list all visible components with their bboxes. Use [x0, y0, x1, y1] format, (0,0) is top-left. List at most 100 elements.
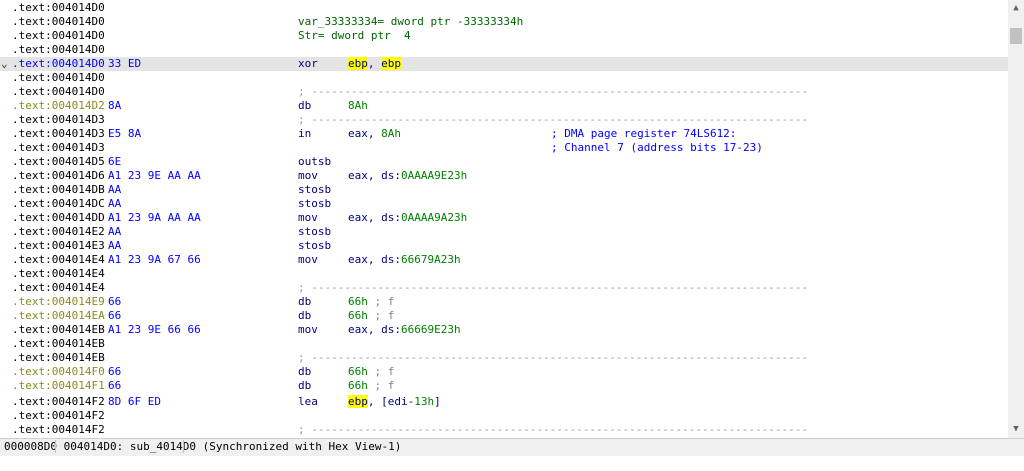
operands[interactable]: 66h ; f — [348, 309, 394, 323]
mnemonic[interactable]: stosb — [298, 225, 331, 239]
mnemonic[interactable]: outsb — [298, 155, 331, 169]
mnemonic[interactable]: xor — [298, 57, 318, 71]
mnemonic[interactable]: stosb — [298, 183, 331, 197]
listing-line[interactable]: .text:004014D3 ; Channel 7 (address bits… — [0, 141, 1008, 155]
operands[interactable]: 66h ; f — [348, 295, 394, 309]
line-address: .text:004014F2 — [12, 409, 105, 422]
listing-line[interactable]: .text:004014D0 var_33333334= dword ptr -… — [0, 15, 1008, 29]
listing-line[interactable]: .text:004014F2 — [0, 409, 1008, 423]
var-value: -33333334h — [456, 15, 524, 28]
listing-line[interactable]: .text:004014F0 66 db 66h ; f — [0, 365, 1008, 379]
listing-line[interactable]: .text:004014EB — [0, 337, 1008, 351]
vertical-scrollbar[interactable]: ▲ ▼ — [1008, 0, 1024, 438]
mnemonic[interactable]: db — [298, 379, 311, 393]
operands[interactable]: 66h ; f — [348, 379, 394, 393]
operands[interactable]: ebp, ebp — [348, 57, 401, 71]
listing-line[interactable]: .text:004014F2 ; -----------------------… — [0, 423, 1008, 437]
scroll-up-arrow-icon[interactable]: ▲ — [1008, 0, 1024, 17]
listing-line[interactable]: .text:004014EB A1 23 9E 66 66 mov eax, d… — [0, 323, 1008, 337]
line-address: .text:004014E3 — [12, 239, 105, 252]
opcode-bytes: 66 — [108, 295, 122, 308]
line-address: .text:004014EB — [12, 351, 105, 364]
register-highlight[interactable]: ebp — [348, 57, 368, 70]
arg-definition[interactable]: Str= dword ptr 4 — [298, 29, 411, 43]
operands[interactable]: 8Ah — [348, 99, 368, 113]
comment: ; Channel 7 (address bits 17-23) — [551, 141, 763, 154]
separator-line: ; --------------------------------------… — [298, 281, 808, 294]
register-highlight[interactable]: ebp — [348, 395, 368, 408]
line-address: .text:004014D0 — [12, 57, 105, 70]
opcode-bytes: AA — [108, 239, 122, 252]
listing-line[interactable]: .text:004014E4 — [0, 267, 1008, 281]
listing-line[interactable]: .text:004014D0 — [0, 43, 1008, 57]
listing-line[interactable]: .text:004014EA 66 db 66h ; f — [0, 309, 1008, 323]
operands[interactable]: eax, ds:66679A23h — [348, 253, 461, 267]
line-address: .text:004014F2 — [12, 395, 105, 408]
opcode-bytes: 8D 6F ED — [108, 395, 161, 408]
listing-line[interactable]: .text:004014F1 66 db 66h ; f — [0, 379, 1008, 393]
mnemonic[interactable]: db — [298, 309, 311, 323]
line-address: .text:004014D3 — [12, 127, 105, 140]
listing-line[interactable]: .text:004014D0 Str= dword ptr 4 — [0, 29, 1008, 43]
listing-line[interactable]: .text:004014D5 6E outsb — [0, 155, 1008, 169]
operands[interactable]: ebp, [edi-13h] — [348, 395, 441, 409]
line-address: .text:004014F0 — [12, 365, 105, 378]
scroll-down-arrow-icon[interactable]: ▼ — [1008, 421, 1024, 438]
listing-line[interactable]: .text:004014D3 ; -----------------------… — [0, 113, 1008, 127]
listing-line[interactable]: .text:004014DC AA stosb — [0, 197, 1008, 211]
stack-var-definition[interactable]: var_33333334= dword ptr -33333334h — [298, 15, 523, 29]
listing-line[interactable]: .text:004014EB ; -----------------------… — [0, 351, 1008, 365]
listing-line[interactable]: .text:004014D2 8A db 8Ah — [0, 99, 1008, 113]
mnemonic[interactable]: stosb — [298, 197, 331, 211]
line-address: .text:004014E4 — [12, 253, 105, 266]
listing-line[interactable]: .text:004014E3 AA stosb — [0, 239, 1008, 253]
listing-line[interactable]: .text:004014DB AA stosb — [0, 183, 1008, 197]
listing-line[interactable]: .text:004014D0 — [0, 1, 1008, 15]
mnemonic[interactable]: db — [298, 295, 311, 309]
mnemonic[interactable]: mov — [298, 169, 318, 183]
separator-line: ; --------------------------------------… — [298, 85, 808, 98]
listing-line[interactable]: .text:004014E4 A1 23 9A 67 66 mov eax, d… — [0, 253, 1008, 267]
line-address: .text:004014D0 — [12, 43, 105, 56]
comment: ; DMA page register 74LS612: — [551, 127, 737, 140]
operands[interactable]: eax, ds:0AAAA9E23h — [348, 169, 467, 183]
register-highlight[interactable]: ebp — [381, 57, 401, 70]
mnemonic[interactable]: db — [298, 365, 311, 379]
mnemonic[interactable]: mov — [298, 211, 318, 225]
line-address: .text:004014E2 — [12, 225, 105, 238]
opcode-bytes: A1 23 9A AA AA — [108, 211, 201, 224]
listing-line[interactable]: .text:004014D0 ; -----------------------… — [0, 85, 1008, 99]
chevron-down-icon[interactable]: ⌄ — [1, 57, 8, 71]
status-divider — [183, 440, 184, 453]
mnemonic[interactable]: lea — [298, 395, 318, 409]
line-address: .text:004014EB — [12, 323, 105, 336]
arg-name[interactable]: Str — [298, 29, 318, 42]
mnemonic[interactable]: mov — [298, 323, 318, 337]
listing-line[interactable]: .text:004014E2 AA stosb — [0, 225, 1008, 239]
operands[interactable]: 66h ; f — [348, 365, 394, 379]
listing-line[interactable]: .text:004014F2 8D 6F ED lea ebp, [edi-13… — [0, 395, 1008, 409]
var-name[interactable]: var_33333334 — [298, 15, 377, 28]
mnemonic[interactable]: db — [298, 99, 311, 113]
listing-line[interactable]: .text:004014D6 A1 23 9E AA AA mov eax, d… — [0, 169, 1008, 183]
operands[interactable]: eax, ds:0AAAA9A23h — [348, 211, 467, 225]
line-address: .text:004014DB — [12, 183, 105, 196]
listing-line[interactable]: .text:004014DD A1 23 9A AA AA mov eax, d… — [0, 211, 1008, 225]
line-address: .text:004014EB — [12, 337, 105, 350]
listing-line[interactable]: .text:004014D3 E5 8A in eax, 8Ah ; DMA p… — [0, 127, 1008, 141]
listing-line[interactable]: .text:004014D0 — [0, 71, 1008, 85]
opcode-bytes: A1 23 9E 66 66 — [108, 323, 201, 336]
listing-line[interactable]: .text:004014E4 ; -----------------------… — [0, 281, 1008, 295]
listing-line[interactable]: .text:004014E9 66 db 66h ; f — [0, 295, 1008, 309]
listing-line-selected[interactable]: ⌄ .text:004014D0 33 ED xor ebp, ebp — [0, 57, 1008, 71]
status-divider — [55, 440, 56, 453]
mnemonic[interactable]: in — [298, 127, 311, 141]
operands[interactable]: eax, 8Ah — [348, 127, 401, 141]
operands[interactable]: eax, ds:66669E23h — [348, 323, 461, 337]
mnemonic[interactable]: mov — [298, 253, 318, 267]
disassembly-view[interactable]: .text:004014D0 .text:004014D0 var_333333… — [0, 0, 1008, 438]
line-address: .text:004014F1 — [12, 379, 105, 392]
mnemonic[interactable]: stosb — [298, 239, 331, 253]
arg-value: 4 — [403, 29, 411, 42]
scrollbar-thumb[interactable] — [1010, 28, 1022, 44]
